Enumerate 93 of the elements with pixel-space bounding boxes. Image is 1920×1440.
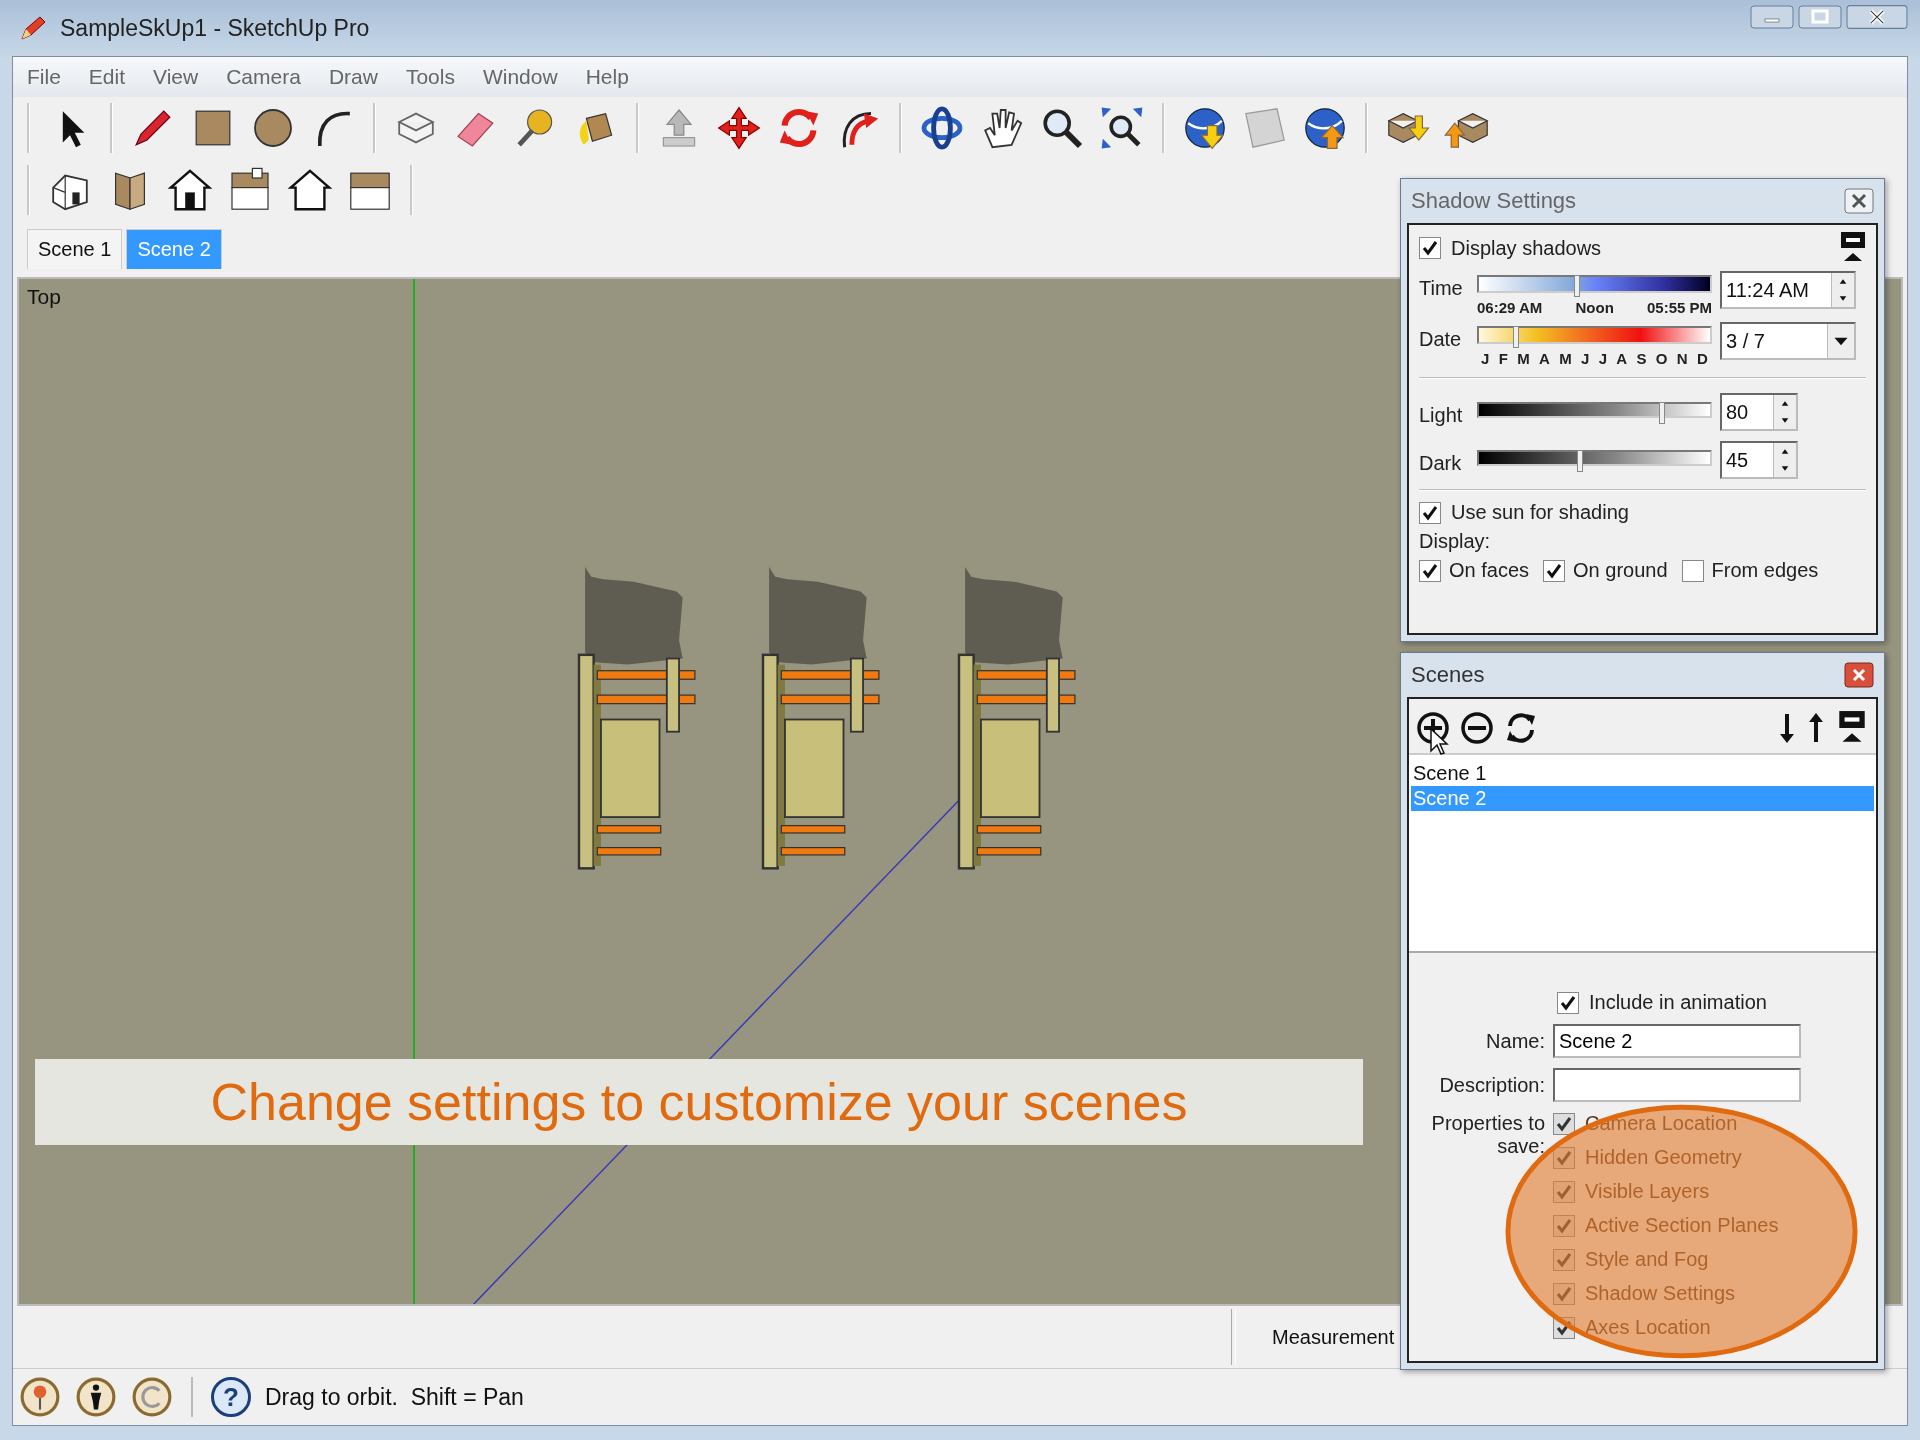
time-slider[interactable] <box>1477 275 1712 299</box>
display-label: Display: <box>1419 530 1492 553</box>
slider-thumb[interactable] <box>1576 450 1583 472</box>
month-mark: F <box>1498 350 1508 367</box>
dark-slider[interactable] <box>1477 450 1712 474</box>
close-icon[interactable] <box>1844 188 1874 214</box>
checkbox-label: Axes Location <box>1585 1316 1711 1339</box>
checkbox[interactable] <box>1419 237 1441 259</box>
light-field[interactable]: 80 <box>1720 393 1798 431</box>
close-icon[interactable] <box>1846 4 1908 30</box>
geo-location-icon[interactable] <box>19 1376 61 1418</box>
time-mark: Noon <box>1575 299 1614 316</box>
menu-item[interactable]: File <box>27 65 61 89</box>
menu-item[interactable]: Draw <box>328 65 378 89</box>
light-label: Light <box>1419 402 1464 427</box>
month-mark: D <box>1697 350 1708 367</box>
help-button[interactable]: ? <box>211 1377 251 1417</box>
checkbox-label: Shadow Settings <box>1585 1282 1736 1305</box>
menu-item[interactable]: View <box>153 65 199 89</box>
description-field[interactable] <box>1553 1068 1801 1102</box>
description-label: Description: <box>1438 1073 1545 1097</box>
dark-field[interactable]: 45 <box>1720 441 1798 479</box>
menu-item[interactable]: Camera <box>226 65 301 89</box>
view-label: Top <box>27 285 61 309</box>
month-mark: S <box>1636 350 1647 367</box>
checkbox[interactable] <box>1553 1112 1575 1135</box>
checkbox-label: Hidden Geometry <box>1585 1146 1742 1169</box>
checkbox-label: On faces <box>1449 559 1530 582</box>
name-field[interactable]: Scene 2 <box>1553 1024 1801 1058</box>
time-field[interactable]: 11:24 AM <box>1720 271 1856 309</box>
menu-item[interactable]: Edit <box>88 65 126 89</box>
scene-tab[interactable]: Scene 1 <box>27 229 123 269</box>
checkbox[interactable] <box>1553 1316 1575 1339</box>
measurements-label: Measurement <box>1272 1325 1395 1349</box>
menu-item[interactable]: Help <box>585 65 629 89</box>
checkbox[interactable] <box>1553 1146 1575 1169</box>
scenes-list[interactable]: Scene 1 Scene 2 <box>1409 755 1876 953</box>
mouse-cursor-icon <box>1429 727 1449 757</box>
checkbox-label: From edges <box>1711 559 1819 582</box>
month-mark: J <box>1581 350 1590 367</box>
month-mark: A <box>1539 350 1550 367</box>
checkbox[interactable] <box>1557 991 1579 1014</box>
checkbox-label: Visible Layers <box>1585 1180 1710 1203</box>
menu-item[interactable]: Tools <box>405 65 455 89</box>
month-mark: O <box>1655 350 1668 367</box>
name-label: Name: <box>1485 1029 1545 1053</box>
move-icon[interactable] <box>715 104 763 152</box>
time-mark: 05:55 PM <box>1646 299 1712 316</box>
properties-label: Properties to save: <box>1430 1112 1545 1159</box>
month-mark: A <box>1616 350 1628 367</box>
checkbox-label: Include in animation <box>1589 991 1767 1014</box>
month-mark: J <box>1481 350 1490 367</box>
caption-banner: Change settings to customize your scenes <box>35 1059 1363 1145</box>
slider-thumb[interactable] <box>1659 402 1665 424</box>
window-title: SampleSkUp1 - SketchUp Pro <box>60 14 370 42</box>
add-icon[interactable] <box>1415 710 1451 746</box>
date-slider[interactable] <box>1477 326 1712 350</box>
date-label: Date <box>1419 327 1463 351</box>
slider-thumb[interactable] <box>1574 275 1581 297</box>
remove-icon[interactable] <box>1459 710 1495 746</box>
maximize-icon[interactable] <box>1798 4 1842 30</box>
slider-thumb[interactable] <box>1513 326 1520 348</box>
menu-item[interactable]: Window <box>482 65 558 89</box>
time-label: Time <box>1419 276 1464 300</box>
dropdown-caret-icon[interactable] <box>1827 324 1854 358</box>
checkbox-label: Style and Fog <box>1585 1248 1709 1271</box>
checkbox[interactable] <box>1553 1180 1575 1203</box>
panel-title: Scenes <box>1411 662 1485 688</box>
close-icon[interactable] <box>1844 662 1874 688</box>
checkbox[interactable] <box>1419 559 1441 582</box>
checkbox-label: Use sun for shading <box>1451 501 1629 524</box>
checkbox-label: On ground <box>1573 559 1668 582</box>
month-mark: J <box>1598 350 1607 367</box>
light-slider[interactable] <box>1477 402 1712 426</box>
month-mark: M <box>1517 350 1530 367</box>
checkbox[interactable] <box>1419 501 1441 524</box>
date-dropdown[interactable]: 3 / 7 <box>1720 322 1856 360</box>
time-mark: 06:29 AM <box>1477 299 1543 316</box>
panel-title: Shadow Settings <box>1411 188 1577 214</box>
checkbox[interactable] <box>1543 559 1566 582</box>
checkbox[interactable] <box>1553 1282 1575 1305</box>
checkbox-label: Active Section Planes <box>1585 1214 1779 1237</box>
checkbox[interactable] <box>1681 559 1704 582</box>
checkbox[interactable] <box>1553 1248 1575 1271</box>
person-icon[interactable] <box>75 1376 117 1418</box>
scene-list-item[interactable]: Scene 1 <box>1411 761 1874 786</box>
checkbox-label: Display shadows <box>1451 236 1602 260</box>
copyright-icon[interactable] <box>131 1376 173 1418</box>
status-hint: Drag to orbit. Shift = Pan <box>265 1383 524 1411</box>
month-mark: N <box>1676 350 1688 367</box>
dark-label: Dark <box>1419 450 1463 475</box>
month-mark: M <box>1559 350 1572 367</box>
checkbox[interactable] <box>1553 1214 1575 1237</box>
